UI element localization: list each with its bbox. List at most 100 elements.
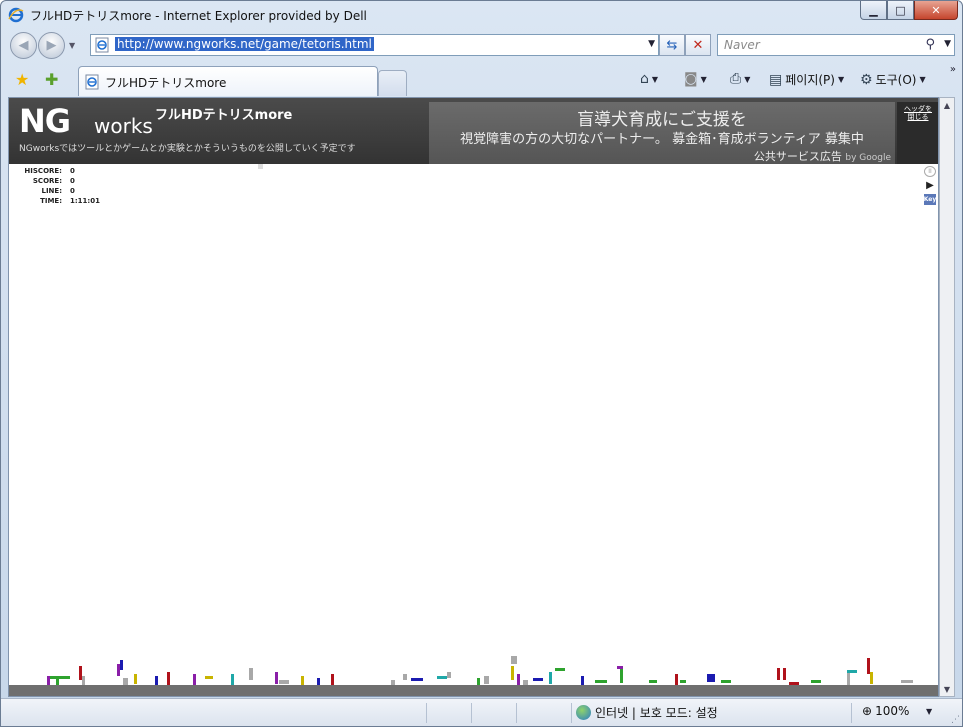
resize-grip-icon[interactable]: ⋰ [951,715,960,725]
page-menu-label: 페이지(P) [785,73,835,87]
piece-block [901,680,913,683]
score-panel: HISCORE: 0 SCORE: 0 LINE: 0 TIME: 1:11:0… [17,166,100,206]
page-icon: ▤ [769,71,783,88]
tab-active[interactable]: フルHDテトリスmore [78,66,378,96]
search-provider-dropdown-icon[interactable]: ▼ [944,39,951,49]
recent-pages-dropdown-icon[interactable]: ▼ [69,41,75,50]
refresh-button[interactable]: ⇆ [659,34,685,56]
favorites-center-icon[interactable]: ★ [15,70,29,89]
marker-dot [258,164,263,169]
key-config-button[interactable]: Key [924,194,936,205]
site-header: NG works フルHDテトリスmore NGworksではツールとかゲームと… [9,98,938,164]
stat-value: 0 [70,177,75,185]
stat-label: HISCORE: [24,167,62,175]
stat-label: LINE: [41,187,62,195]
maximize-button[interactable]: □ [887,1,914,20]
piece-block [620,669,623,683]
status-divider [851,703,852,723]
search-icon[interactable]: ⚲ [925,37,935,52]
tools-menu-button[interactable]: ⚙ 도구(O) ▼ [860,71,926,88]
title-bar: フルHDテトリスmore - Internet Explorer provide… [1,1,962,29]
new-tab-button[interactable] [378,70,407,96]
zoom-level: 100% [875,704,910,718]
ie-icon [8,7,24,23]
status-divider [516,703,517,723]
chevron-down-icon[interactable]: ▼ [838,75,844,84]
ad-label: 公共サービス広告 [753,150,842,163]
search-box[interactable]: Naver ⚲ ▼ [717,34,955,56]
play-button[interactable]: ▶ [924,180,936,191]
piece-block [721,680,731,683]
add-favorite-icon[interactable]: ✚ [45,70,58,89]
ad-headline[interactable]: 盲導犬育成にご支援を [429,105,895,130]
minimize-button[interactable]: ▁ [860,1,887,20]
piece-block [595,680,607,683]
chevron-down-icon[interactable]: ▼ [744,75,750,84]
ad-by-google[interactable]: by Google [845,153,891,163]
piece-block [847,670,857,673]
address-dropdown-icon[interactable]: ▼ [648,39,655,49]
print-button[interactable]: ⎙ ▼ [730,71,750,87]
piece-block [680,680,686,683]
status-divider [571,703,572,723]
home-button[interactable]: ⌂ ▼ [640,71,658,87]
piece-block [511,666,514,680]
close-button[interactable]: ✕ [914,1,958,20]
piece-block [447,672,451,678]
piece-block [403,674,407,680]
logo-works[interactable]: works [94,114,153,138]
piece-block [117,664,120,676]
chevron-down-icon[interactable]: ▼ [701,75,707,84]
site-tagline: NGworksではツールとかゲームとか実験とかそういうものを公開していく予定です [19,144,356,154]
scroll-down-icon[interactable]: ▼ [940,682,954,696]
piece-block [120,660,123,670]
piece-block [275,672,278,684]
stat-row: TIME: 1:11:01 [17,196,100,206]
page-title: フルHDテトリスmore [155,108,293,123]
tab-label: フルHDテトリスmore [105,76,227,90]
piece-block [549,672,552,684]
piece-block [484,676,489,684]
piece-block [847,673,850,685]
ad-banner[interactable]: 盲導犬育成にご支援を 視覚障害の方の大切なパートナー。 募金箱･育成ボランティア… [429,102,895,164]
page-icon [85,74,99,90]
back-button[interactable]: ◀ [10,32,37,59]
pause-button[interactable]: II [924,166,936,177]
stat-value: 0 [70,167,75,175]
gear-icon: ⚙ [860,71,873,88]
ad-footer: 公共サービス広告 by Google [754,148,891,164]
address-bar[interactable]: http://www.ngworks.net/game/tetoris.html… [90,34,659,56]
close-header-link[interactable]: ヘッダを閉じる [903,105,933,121]
forward-button[interactable]: ▶ [38,32,65,59]
piece-block [437,676,447,679]
more-commands-icon[interactable]: » [950,64,956,75]
globe-icon [576,705,591,720]
zoom-control[interactable]: ⊕ 100% [862,704,909,718]
address-input[interactable]: http://www.ngworks.net/game/tetoris.html [115,37,374,51]
stat-value: 0 [70,187,75,195]
stat-row: SCORE: 0 [17,176,100,186]
page-icon [95,37,109,53]
ad-body[interactable]: 視覚障害の方の大切なパートナー。 募金箱･育成ボランティア 募集中 [429,128,895,147]
logo-ng[interactable]: NG [19,102,71,140]
page-menu-button[interactable]: ▤ 페이지(P) ▼ [769,71,844,88]
chevron-down-icon[interactable]: ▼ [652,75,658,84]
stacked-pieces [47,656,913,686]
security-zone-label: 인터넷 | 보호 모드: 설정 [595,706,718,720]
chevron-down-icon[interactable]: ▼ [919,75,925,84]
piece-block [167,672,170,686]
piece-block [649,680,657,683]
piece-block [555,668,565,671]
piece-block [811,680,821,683]
scroll-up-icon[interactable]: ▲ [940,98,954,112]
vertical-scrollbar[interactable]: ▲ ▼ [939,97,955,697]
stat-row: HISCORE: 0 [17,166,100,176]
stop-button[interactable]: ✕ [685,34,711,56]
zoom-dropdown-icon[interactable]: ▼ [926,707,932,716]
page-content: NG works フルHDテトリスmore NGworksではツールとかゲームと… [8,97,939,697]
search-input[interactable]: Naver [724,38,760,52]
piece-block [79,666,82,680]
piece-block [707,674,715,682]
feeds-button[interactable]: ◙ ▼ [684,71,707,87]
security-zone[interactable]: 인터넷 | 보호 모드: 설정 [576,704,718,721]
